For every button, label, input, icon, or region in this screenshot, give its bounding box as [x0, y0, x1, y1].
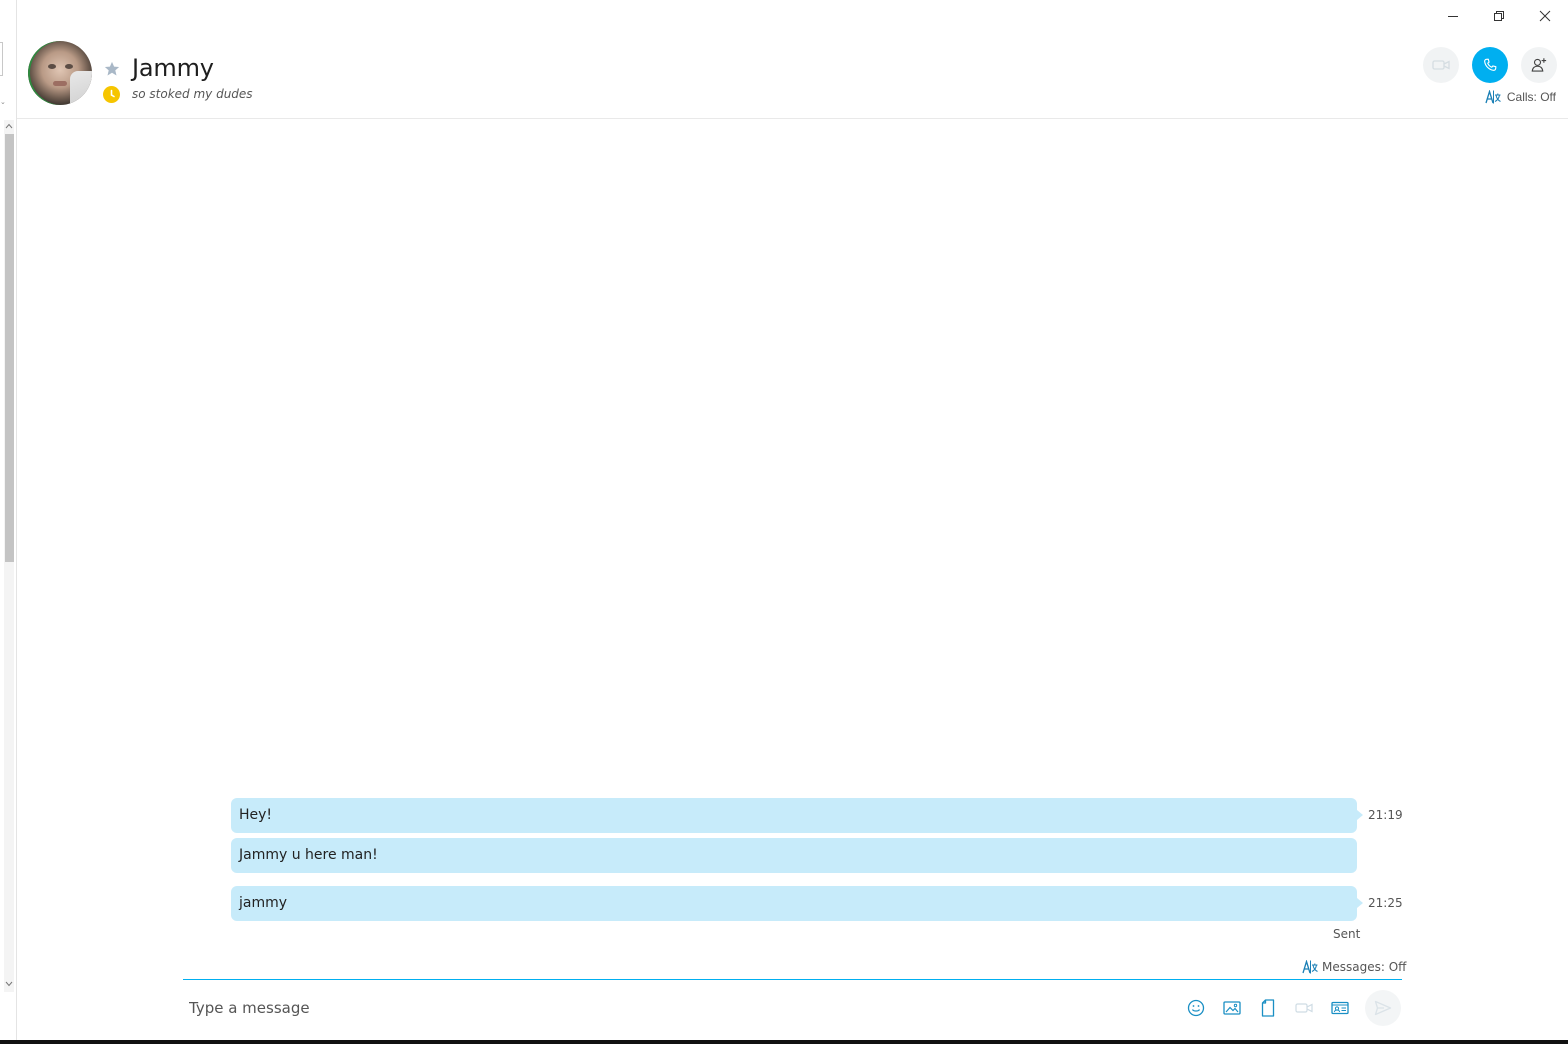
- avatar[interactable]: [28, 41, 92, 105]
- message-text: Hey!: [239, 807, 273, 823]
- send-file-button[interactable]: [1258, 997, 1278, 1019]
- send-contact-button[interactable]: [1330, 997, 1350, 1019]
- close-icon: [1539, 10, 1551, 22]
- add-person-icon: [1531, 58, 1547, 72]
- chevron-down-icon: ⌄: [0, 99, 6, 106]
- window-controls: [1430, 0, 1568, 32]
- smiley-icon: [1187, 999, 1205, 1017]
- messages-translator[interactable]: Messages: Off: [1302, 960, 1406, 974]
- messages-translator-label: Messages: Off: [1322, 960, 1407, 974]
- phone-icon: [1484, 58, 1497, 71]
- sidebar-search-edge[interactable]: [0, 42, 3, 76]
- message-time: 21:25: [1368, 896, 1403, 910]
- star-icon[interactable]: [103, 60, 121, 78]
- message-text: jammy: [239, 895, 288, 911]
- compose-tools: [1186, 997, 1350, 1019]
- scroll-down-icon[interactable]: [4, 978, 14, 990]
- audio-call-button[interactable]: [1472, 47, 1508, 83]
- message-bubble[interactable]: jammy: [231, 886, 1363, 921]
- emoticons-button[interactable]: [1186, 997, 1206, 1019]
- translate-icon: [1485, 90, 1501, 104]
- video-call-button[interactable]: [1423, 47, 1459, 83]
- message-bubble[interactable]: Hey!: [231, 798, 1363, 833]
- mood-message: so stoked my dudes: [132, 87, 253, 101]
- compose-divider: [183, 979, 1402, 980]
- scrollbar-thumb[interactable]: [5, 134, 14, 562]
- minimize-icon: [1448, 16, 1458, 17]
- contact-name[interactable]: Jammy: [132, 54, 214, 82]
- message-text: Jammy u here man!: [239, 847, 378, 863]
- video-camera-icon: [1432, 60, 1450, 70]
- video-camera-icon: [1295, 1003, 1313, 1013]
- taskbar-edge: [0, 1040, 1568, 1044]
- message-time: 21:19: [1368, 808, 1403, 822]
- delivery-status: Sent: [1333, 927, 1361, 941]
- send-icon: [1374, 1000, 1392, 1016]
- add-people-button[interactable]: [1521, 47, 1557, 83]
- minimize-button[interactable]: [1430, 0, 1476, 32]
- translate-icon: [1302, 960, 1318, 974]
- restore-button[interactable]: [1476, 0, 1522, 32]
- calls-translator-label: Calls: Off: [1506, 90, 1556, 104]
- header-divider: [17, 118, 1568, 119]
- contact-card-icon: [1331, 1001, 1349, 1015]
- image-icon: [1223, 1001, 1241, 1015]
- message-input[interactable]: [183, 991, 1163, 1025]
- calls-translator[interactable]: Calls: Off: [1485, 90, 1556, 104]
- header-actions: [1423, 47, 1557, 83]
- scroll-up-icon[interactable]: [4, 120, 14, 132]
- file-icon: [1261, 999, 1275, 1017]
- video-message-button[interactable]: [1294, 997, 1314, 1019]
- message-bubble[interactable]: Jammy u here man!: [231, 838, 1357, 873]
- restore-icon: [1494, 11, 1504, 21]
- send-image-button[interactable]: [1222, 997, 1242, 1019]
- away-status-icon: [103, 86, 120, 103]
- send-button[interactable]: [1365, 990, 1401, 1026]
- close-button[interactable]: [1522, 0, 1568, 32]
